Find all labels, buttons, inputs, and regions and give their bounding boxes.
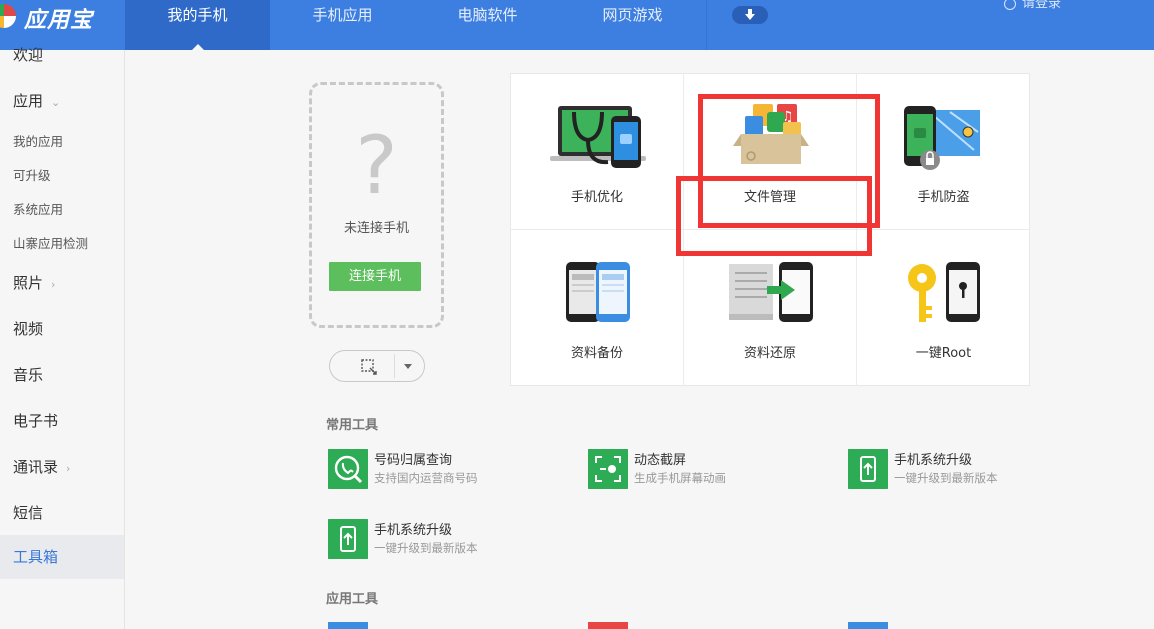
- tile-label: 一键Root: [915, 346, 972, 361]
- chevron-right-icon: ›: [51, 278, 56, 291]
- sidebar-item-videos[interactable]: 视频: [0, 318, 124, 339]
- tool-name: 手机系统升级: [374, 523, 453, 538]
- tool-desc: 一键升级到最新版本: [894, 471, 998, 485]
- chevron-down-icon: ⌄: [51, 96, 61, 109]
- tab-label: 手机应用: [312, 6, 373, 24]
- user-icon: [1004, 0, 1016, 10]
- sidebar-item-label: 视频: [13, 320, 44, 338]
- tool-desc: 支持国内运营商号码: [374, 471, 478, 485]
- app-tool-icon-partial[interactable]: [588, 622, 628, 629]
- download-button[interactable]: [732, 6, 768, 24]
- login-label: 请登录: [1022, 0, 1062, 11]
- sidebar-item-ebooks[interactable]: 电子书: [0, 410, 124, 431]
- sidebar-item-label: 音乐: [13, 366, 44, 384]
- phone-upgrade-icon: [848, 449, 888, 489]
- sidebar-item-fake-app-check[interactable]: 山寨应用检测: [0, 233, 124, 252]
- sidebar-item-my-apps[interactable]: 我的应用: [0, 131, 124, 150]
- chevron-right-icon: ›: [66, 462, 71, 475]
- sidebar-item-toolbox[interactable]: 工具箱: [0, 535, 124, 579]
- tool-desc: 生成手机屏幕动画: [634, 471, 726, 485]
- app-tools-title: 应用工具: [326, 592, 379, 607]
- login-link[interactable]: 请登录: [1004, 0, 1061, 11]
- dropdown-arrow-icon[interactable]: [404, 364, 412, 369]
- screenshot-crop-icon[interactable]: [360, 358, 378, 376]
- sidebar-item-label: 短信: [13, 504, 44, 522]
- phone-search-icon: [328, 449, 368, 489]
- tile-label: 手机优化: [570, 190, 623, 205]
- download-arrow-icon: [745, 9, 755, 20]
- tab-phone-apps[interactable]: 手机应用: [270, 0, 415, 50]
- top-bar: 应用宝 我的手机 手机应用 电脑软件 网页游戏 请登录: [0, 0, 1154, 50]
- sidebar-item-label: 欢迎: [13, 46, 44, 64]
- sidebar-item-label: 工具箱: [13, 548, 59, 566]
- tile-label: 资料还原: [743, 346, 796, 361]
- tile-one-key-root[interactable]: 一键Root: [857, 230, 1030, 386]
- sidebar-item-upgradable[interactable]: 可升级: [0, 165, 124, 184]
- tab-label: 我的手机: [167, 6, 228, 24]
- sidebar-item-photos[interactable]: 照片 ›: [0, 272, 124, 293]
- screenshot-split-button: [329, 350, 425, 382]
- tile-data-backup[interactable]: 资料备份: [511, 230, 684, 386]
- app-title: 应用宝: [24, 8, 94, 33]
- sidebar-item-music[interactable]: 音乐: [0, 364, 124, 385]
- app-tool-icon-partial[interactable]: [328, 622, 368, 629]
- tile-label: 资料备份: [570, 346, 623, 361]
- sidebar-item-contacts[interactable]: 通讯录 ›: [0, 456, 124, 477]
- sidebar-item-label: 通讯录: [13, 458, 59, 476]
- phone-upgrade-icon: [328, 519, 368, 559]
- tab-label: 网页游戏: [602, 6, 663, 24]
- sidebar-item-label: 应用: [13, 92, 44, 110]
- tab-web-games[interactable]: 网页游戏: [560, 0, 705, 50]
- tool-system-upgrade[interactable]: 手机系统升级 一键升级到最新版本: [848, 449, 1088, 491]
- phone-lock-map-icon: [904, 106, 980, 170]
- sidebar-item-label: 电子书: [13, 412, 59, 430]
- tool-screen-capture[interactable]: 动态截屏 生成手机屏幕动画: [588, 449, 828, 491]
- tool-name: 手机系统升级: [894, 453, 973, 468]
- active-tab-caret: [191, 44, 204, 50]
- tile-phone-optimize[interactable]: 手机优化: [511, 74, 684, 230]
- unknown-phone-icon: ?: [355, 119, 398, 212]
- sidebar-item-label: 可升级: [13, 168, 51, 183]
- app-tool-icon-partial[interactable]: [848, 622, 888, 629]
- sidebar-item-system-apps[interactable]: 系统应用: [0, 199, 124, 218]
- nav-divider: [706, 0, 707, 50]
- tool-name: 动态截屏: [634, 453, 687, 468]
- doc-to-phone-icon: [729, 262, 813, 322]
- sidebar: 欢迎 应用 ⌄ 我的应用 可升级 系统应用 山寨应用检测 照片 › 视频 音乐 电子…: [0, 46, 125, 629]
- highlight-box: [676, 176, 872, 256]
- sidebar-item-label: 山寨应用检测: [13, 236, 89, 251]
- dual-phone-icon: [566, 262, 630, 322]
- app-logo[interactable]: 应用宝: [0, 0, 125, 50]
- sidebar-item-label: 系统应用: [13, 202, 64, 217]
- connect-phone-button[interactable]: 连接手机: [329, 262, 421, 291]
- key-phone-icon: [908, 262, 980, 322]
- tool-desc: 一键升级到最新版本: [374, 541, 478, 555]
- phone-status: 未连接手机: [343, 221, 409, 236]
- tab-label: 电脑软件: [457, 6, 518, 24]
- split-divider: [394, 354, 395, 378]
- tile-anti-theft[interactable]: 手机防盗: [857, 74, 1030, 230]
- sidebar-item-sms[interactable]: 短信: [0, 502, 124, 523]
- common-tools-title: 常用工具: [326, 418, 379, 433]
- logo-icon: [0, 4, 16, 28]
- screen-capture-icon: [588, 449, 628, 489]
- tab-pc-software[interactable]: 电脑软件: [415, 0, 560, 50]
- tab-my-phone[interactable]: 我的手机: [125, 0, 270, 50]
- laptop-phone-stethoscope-icon: [550, 106, 646, 168]
- sidebar-item-label: 照片: [13, 274, 44, 292]
- phone-connect-card: ? 未连接手机 连接手机: [309, 82, 444, 328]
- tile-label: 手机防盗: [917, 190, 970, 205]
- sidebar-item-welcome[interactable]: 欢迎: [0, 44, 124, 65]
- tool-number-lookup[interactable]: 号码归属查询 支持国内运营商号码: [328, 449, 568, 491]
- tool-system-upgrade-2[interactable]: 手机系统升级 一键升级到最新版本: [328, 519, 568, 561]
- sidebar-item-label: 我的应用: [13, 134, 64, 149]
- sidebar-item-apps[interactable]: 应用 ⌄: [0, 90, 124, 111]
- tool-name: 号码归属查询: [374, 453, 453, 468]
